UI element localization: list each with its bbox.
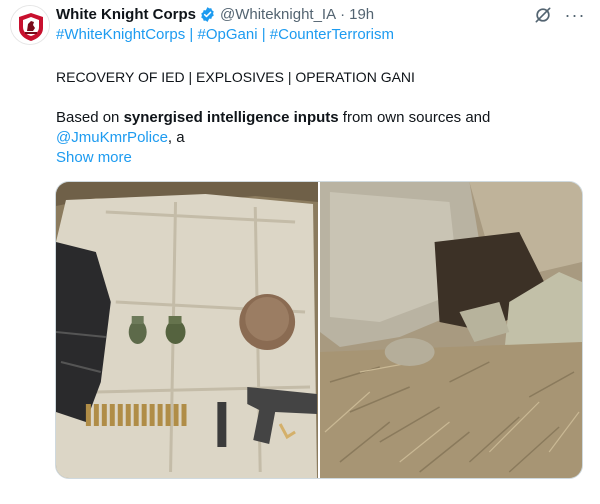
display-name[interactable]: White Knight Corps [56,6,196,23]
separator-dot: · [340,5,346,23]
media-grid [55,181,583,479]
body-suffix: from own sources and [338,109,491,126]
hashtag-link[interactable]: #OpGani [197,26,257,43]
body-prefix: Based on [56,109,124,126]
tweet-header: White Knight Corps @Whiteknight_IA · 19h [56,4,374,24]
emblem-icon [11,6,49,44]
tweet[interactable]: White Knight Corps @Whiteknight_IA · 19h… [0,0,600,504]
hashtag-line: #WhiteKnightCorps | #OpGani | #CounterTe… [56,26,394,43]
recovered-items-photo[interactable] [56,182,318,478]
hashtag-separator: | [261,26,266,43]
hideout-rocks-photo[interactable] [320,182,582,478]
show-more-link[interactable]: Show more [56,148,132,168]
verified-badge-icon [201,6,214,22]
mention-suffix: , a [167,129,185,146]
handle[interactable]: @Whiteknight_IA [220,6,336,23]
timestamp[interactable]: 19h [349,6,374,23]
post-headline: RECOVERY OF IED | EXPLOSIVES | OPERATION… [56,69,415,85]
avatar[interactable] [10,5,50,45]
hashtag-link[interactable]: #WhiteKnightCorps [56,26,185,43]
post-body-line2: @JmuKmrPolice, a [56,128,185,148]
hashtag-separator: | [189,26,194,43]
hashtag-link[interactable]: #CounterTerrorism [270,26,394,43]
body-bold: synergised intelligence inputs [123,109,339,126]
more-options-icon[interactable]: ··· [564,4,586,26]
post-body: Based on synergised intelligence inputs … [56,108,490,128]
grok-icon[interactable] [532,4,554,26]
mention-link[interactable]: @JmuKmrPolice [56,129,168,146]
tweet-top-actions: ··· [532,4,586,26]
